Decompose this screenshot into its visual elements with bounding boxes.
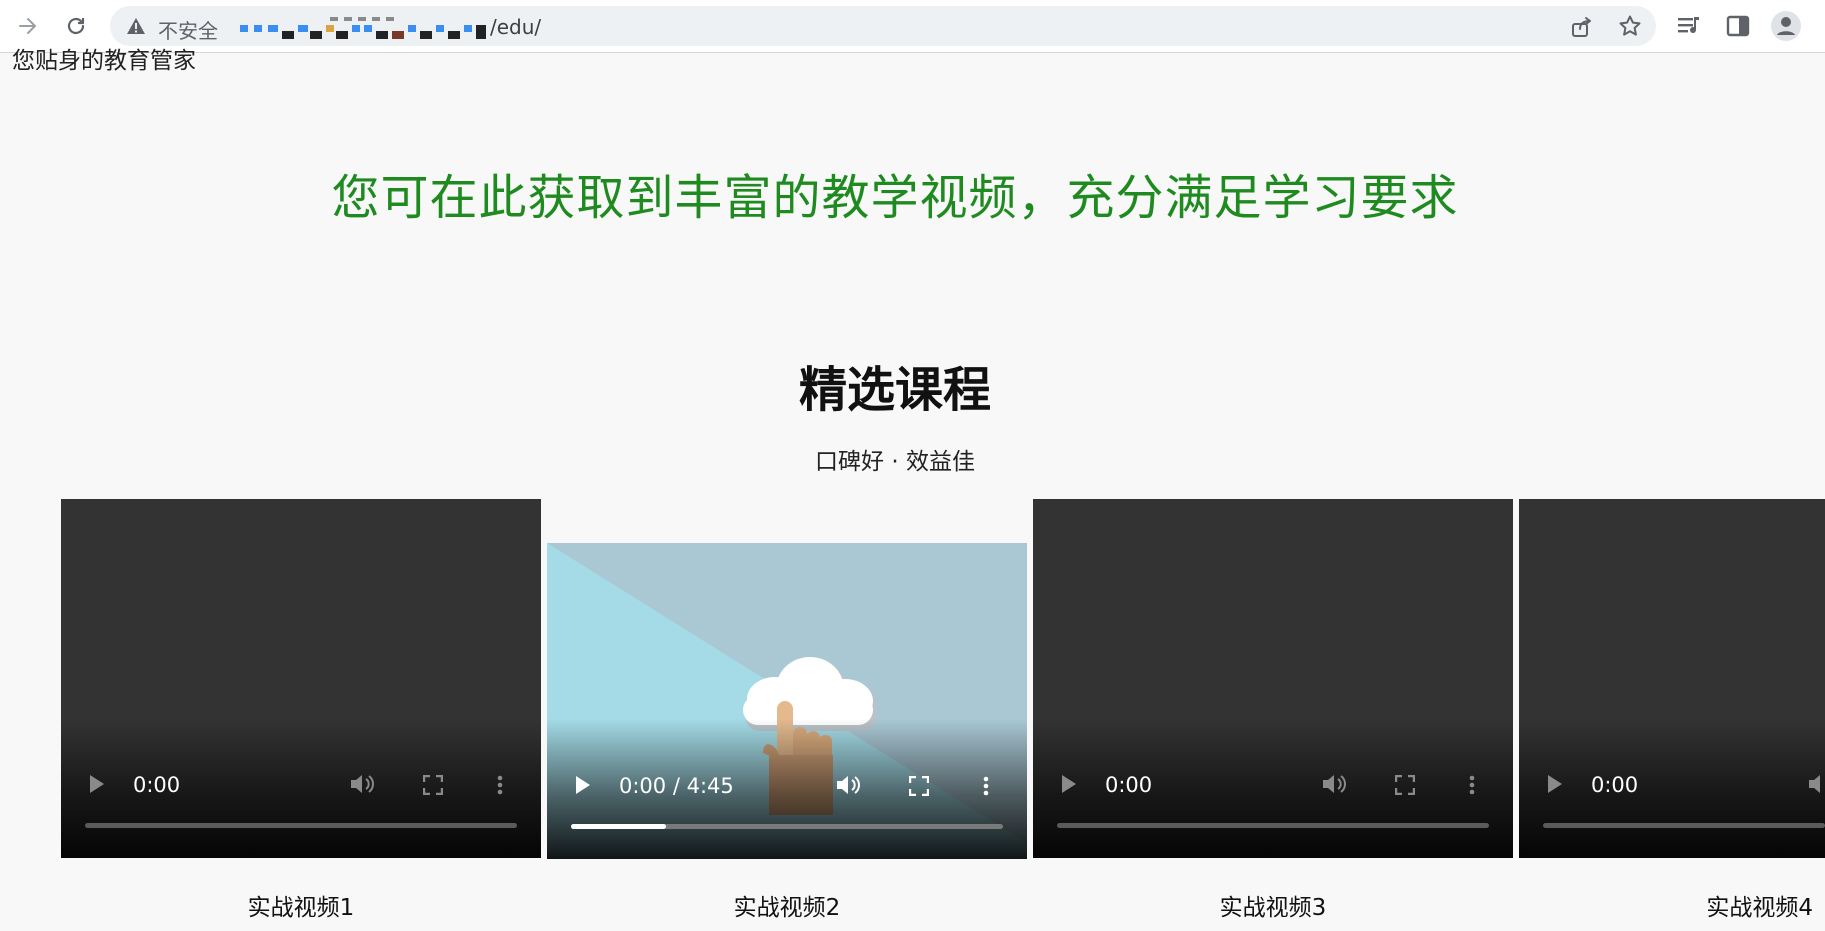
warning-icon bbox=[127, 18, 145, 34]
volume-icon[interactable] bbox=[1807, 772, 1825, 796]
url-path: /edu/ bbox=[490, 15, 542, 39]
video-title-2: 实战视频2 bbox=[733, 895, 841, 921]
video-time: 0:00 bbox=[133, 773, 181, 797]
bookmark-star-icon[interactable] bbox=[1618, 14, 1642, 38]
video-time: 0:00 bbox=[1105, 773, 1153, 797]
play-icon[interactable] bbox=[1061, 774, 1077, 794]
fullscreen-icon[interactable] bbox=[909, 776, 929, 796]
reload-button[interactable] bbox=[58, 8, 94, 44]
volume-icon[interactable] bbox=[349, 772, 375, 796]
video-time: 0:00 bbox=[1591, 773, 1639, 797]
reading-list-icon[interactable] bbox=[1675, 12, 1703, 40]
video-title-4: 实战视频4 bbox=[1706, 895, 1813, 921]
progress-bar[interactable] bbox=[571, 824, 1003, 829]
video-player-1[interactable]: 0:00 bbox=[61, 499, 541, 858]
fullscreen-icon[interactable] bbox=[1395, 775, 1415, 795]
play-icon[interactable] bbox=[1547, 774, 1563, 794]
video-title-3: 实战视频3 bbox=[1219, 895, 1327, 921]
url-text[interactable]: /edu/ bbox=[240, 15, 541, 41]
reload-icon bbox=[67, 17, 85, 35]
side-panel-icon[interactable] bbox=[1724, 12, 1752, 40]
site-tagline: 您贴身的教育管家 bbox=[12, 48, 196, 74]
volume-icon[interactable] bbox=[1321, 772, 1347, 796]
play-icon[interactable] bbox=[575, 775, 591, 795]
video-player-4[interactable]: 0:00 bbox=[1519, 499, 1825, 858]
progress-bar[interactable] bbox=[1543, 823, 1825, 828]
volume-icon[interactable] bbox=[835, 773, 861, 797]
browser-toolbar: 不安全 /edu/ bbox=[0, 0, 1825, 53]
section-title: 精选课程 bbox=[798, 362, 991, 418]
section-subtitle: 口碑好 · 效益佳 bbox=[815, 449, 975, 475]
video-gradient bbox=[1519, 718, 1825, 858]
redacted-host bbox=[240, 16, 486, 39]
more-options-icon[interactable] bbox=[983, 776, 989, 796]
progress-bar[interactable] bbox=[1057, 823, 1489, 828]
security-status[interactable]: 不安全 bbox=[158, 15, 218, 44]
progress-bar[interactable] bbox=[85, 823, 517, 828]
address-bar[interactable]: 不安全 /edu/ bbox=[110, 6, 1656, 46]
hero-text: 您可在此获取到丰富的教学视频，充分满足学习要求 bbox=[331, 170, 1459, 226]
video-player-2[interactable]: 0:00 / 4:45 bbox=[547, 543, 1027, 859]
forward-button[interactable] bbox=[10, 8, 46, 44]
progress-fill bbox=[571, 824, 667, 829]
video-title-1: 实战视频1 bbox=[247, 895, 355, 921]
share-icon[interactable] bbox=[1570, 15, 1594, 39]
video-player-3[interactable]: 0:00 bbox=[1033, 499, 1513, 858]
fullscreen-icon[interactable] bbox=[423, 775, 443, 795]
video-time: 0:00 / 4:45 bbox=[619, 774, 734, 798]
play-icon[interactable] bbox=[89, 774, 105, 794]
arrow-right-icon bbox=[19, 18, 36, 34]
more-options-icon[interactable] bbox=[1469, 775, 1475, 795]
profile-avatar-icon[interactable] bbox=[1770, 10, 1802, 42]
more-options-icon[interactable] bbox=[497, 775, 503, 795]
